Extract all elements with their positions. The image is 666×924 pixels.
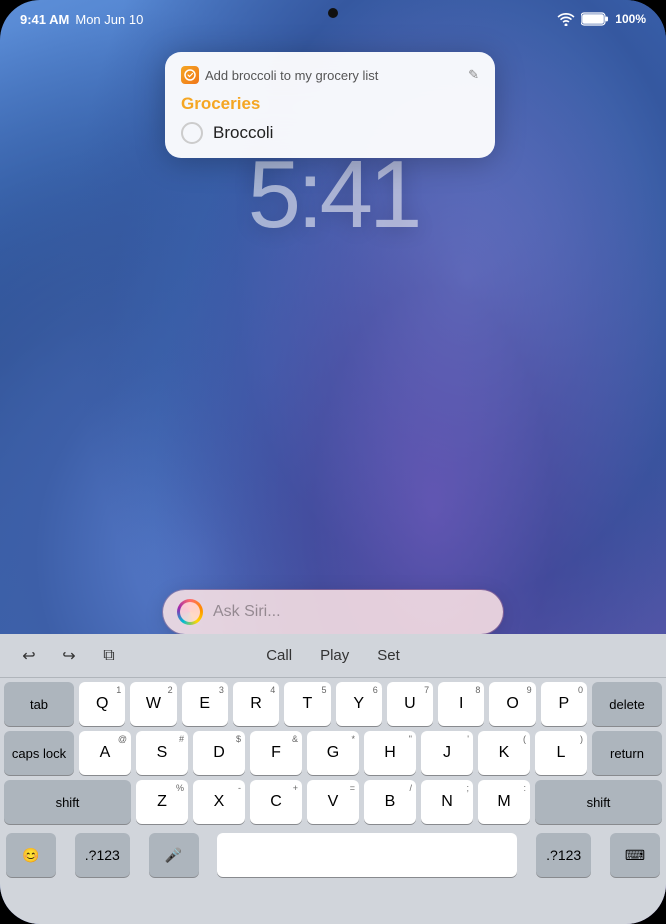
key-h[interactable]: H" [364, 731, 416, 775]
key-a[interactable]: A@ [79, 731, 131, 775]
set-shortcut[interactable]: Set [367, 643, 410, 668]
notification-header: Add broccoli to my grocery list ✎ [181, 66, 479, 84]
siri-icon [177, 599, 203, 625]
key-p[interactable]: P0 [541, 682, 587, 726]
call-shortcut[interactable]: Call [256, 643, 302, 668]
grocery-list-name: Groceries [181, 94, 479, 114]
siri-placeholder: Ask Siri... [213, 603, 489, 621]
keyboard-bottom: 😊 .?123 🎤 .?123 ⌨ [0, 831, 666, 883]
key-y[interactable]: Y6 [336, 682, 382, 726]
space-key[interactable] [217, 833, 517, 877]
shift-left-key[interactable]: shift [4, 780, 131, 824]
emoji-key[interactable]: 😊 [6, 833, 56, 877]
keyboard-keys: tab Q1 W2 E3 R4 T5 Y6 U7 I8 O9 P0 delete… [0, 678, 666, 831]
key-row-2: caps lock A@ S# D$ F& G* H" J' K( L) ret… [4, 731, 662, 775]
notification-card[interactable]: Add broccoli to my grocery list ✎ Grocer… [165, 52, 495, 158]
item-checkbox[interactable] [181, 122, 203, 144]
mic-key[interactable]: 🎤 [149, 833, 199, 877]
caps-lock-key[interactable]: caps lock [4, 731, 74, 775]
key-r[interactable]: R4 [233, 682, 279, 726]
status-right: 100% [557, 12, 646, 26]
key-i[interactable]: I8 [438, 682, 484, 726]
num-left-key[interactable]: .?123 [75, 833, 130, 877]
play-shortcut[interactable]: Play [310, 643, 359, 668]
toolbar-center: Call Play Set [172, 643, 495, 668]
key-c[interactable]: C+ [250, 780, 302, 824]
key-e[interactable]: E3 [182, 682, 228, 726]
notification-title-row: Add broccoli to my grocery list [181, 66, 378, 84]
key-b[interactable]: B/ [364, 780, 416, 824]
key-v[interactable]: V= [307, 780, 359, 824]
key-row-1: tab Q1 W2 E3 R4 T5 Y6 U7 I8 O9 P0 delete [4, 682, 662, 726]
tab-key[interactable]: tab [4, 682, 74, 726]
key-g[interactable]: G* [307, 731, 359, 775]
undo-button[interactable]: ↩ [10, 640, 48, 672]
key-m[interactable]: M: [478, 780, 530, 824]
keyboard-toolbar: ↩ ↪ ⧉ Call Play Set [0, 634, 666, 678]
key-o[interactable]: O9 [489, 682, 535, 726]
key-s[interactable]: S# [136, 731, 188, 775]
status-time: 9:41 AM [20, 12, 69, 27]
key-t[interactable]: T5 [284, 682, 330, 726]
keyboard-hide-key[interactable]: ⌨ [610, 833, 660, 877]
status-date: Mon Jun 10 [75, 12, 143, 27]
ipad-frame: 9:41 AM Mon Jun 10 100% 5:41 [0, 0, 666, 924]
key-z[interactable]: Z% [136, 780, 188, 824]
siri-bar[interactable]: Ask Siri... [163, 590, 503, 634]
copy-button[interactable]: ⧉ [90, 640, 128, 672]
key-x[interactable]: X- [193, 780, 245, 824]
key-d[interactable]: D$ [193, 731, 245, 775]
notification-subtitle: Add broccoli to my grocery list [205, 68, 378, 83]
keyboard-area: ↩ ↪ ⧉ Call Play Set tab Q1 W2 E3 R4 T5 Y… [0, 634, 666, 924]
shift-right-key[interactable]: shift [535, 780, 662, 824]
num-right-key[interactable]: .?123 [536, 833, 591, 877]
return-key[interactable]: return [592, 731, 662, 775]
item-label: Broccoli [213, 123, 273, 143]
delete-key[interactable]: delete [592, 682, 662, 726]
reminders-app-icon [181, 66, 199, 84]
key-n[interactable]: N; [421, 780, 473, 824]
key-f[interactable]: F& [250, 731, 302, 775]
key-q[interactable]: Q1 [79, 682, 125, 726]
list-item-row: Broccoli [181, 122, 479, 144]
wifi-icon [557, 13, 575, 26]
toolbar-left: ↩ ↪ ⧉ [10, 640, 172, 672]
key-row-3: shift Z% X- C+ V= B/ N; M: shift [4, 780, 662, 824]
battery-icon [581, 12, 609, 26]
battery-label: 100% [615, 12, 646, 26]
key-j[interactable]: J' [421, 731, 473, 775]
notification-edit-icon[interactable]: ✎ [468, 67, 479, 83]
key-w[interactable]: W2 [130, 682, 176, 726]
redo-button[interactable]: ↪ [50, 640, 88, 672]
key-u[interactable]: U7 [387, 682, 433, 726]
key-l[interactable]: L) [535, 731, 587, 775]
camera-notch [328, 8, 338, 18]
key-k[interactable]: K( [478, 731, 530, 775]
